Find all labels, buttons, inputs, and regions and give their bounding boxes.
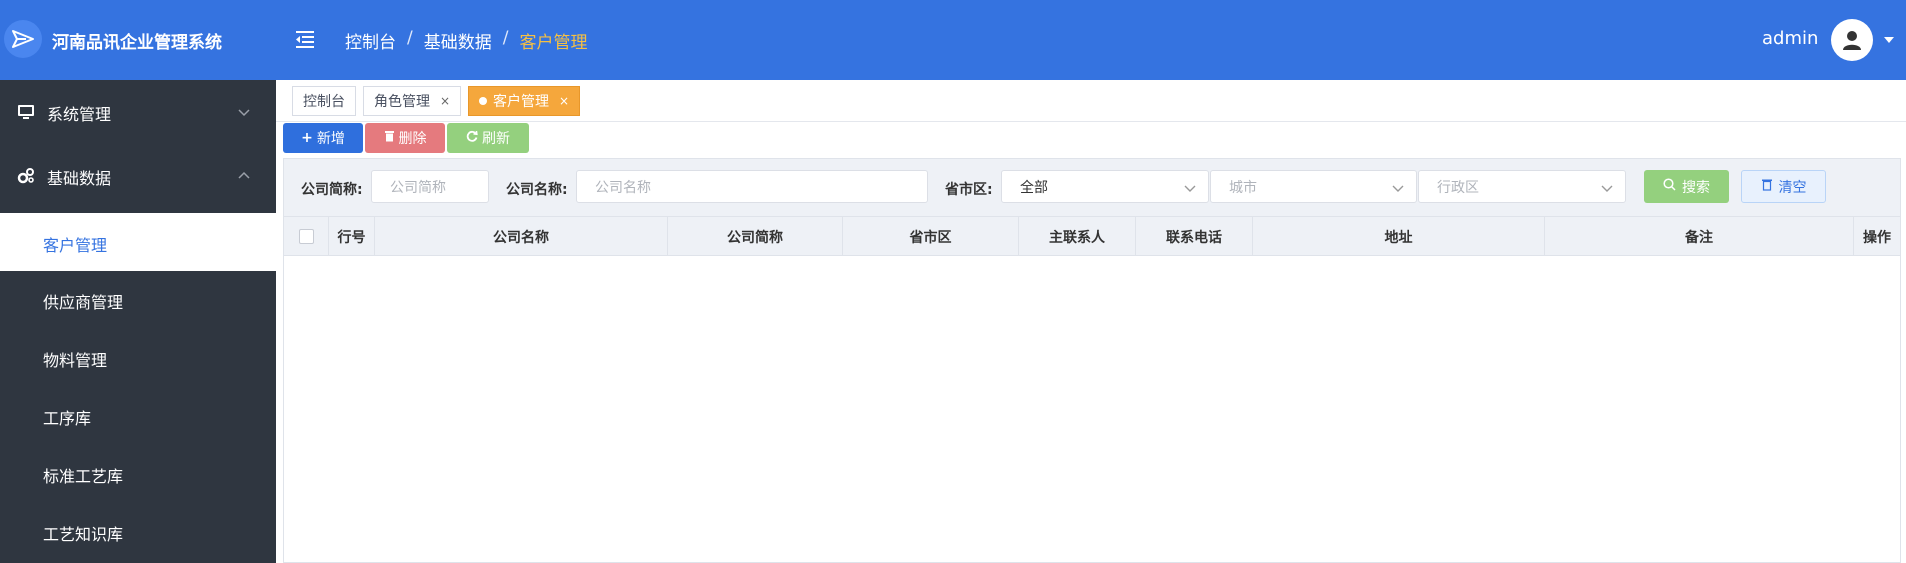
- short-name-placeholder: 公司简称: [390, 179, 446, 196]
- sidebar-item-supplier[interactable]: 供应商管理: [0, 270, 276, 328]
- sidebar-item-label: 标准工艺库: [43, 467, 124, 486]
- top-header: 河南品讯企业管理系统 控制台 / 基础数据 / 客户管理 admin: [0, 0, 1906, 80]
- column-header-address[interactable]: 地址: [1253, 217, 1545, 256]
- delete-button[interactable]: 删除: [365, 123, 445, 153]
- short-name-label: 公司简称:: [301, 182, 363, 198]
- company-name-input[interactable]: 公司名称: [576, 170, 928, 203]
- tab-label: 控制台: [303, 94, 345, 110]
- logo-area: 河南品讯企业管理系统: [0, 0, 276, 80]
- search-icon: [1663, 178, 1676, 195]
- menu-fold-icon[interactable]: [295, 29, 317, 49]
- add-button[interactable]: + 新增: [283, 123, 363, 153]
- sidebar-item-process-library[interactable]: 工序库: [0, 386, 276, 444]
- refresh-button[interactable]: 刷新: [447, 123, 529, 153]
- user-dropdown-caret-icon[interactable]: [1884, 37, 1894, 43]
- table-header: 行号 公司名称 公司简称 省市区 主联系人 联系电话 地址 备注 操作: [284, 217, 1900, 256]
- column-header-company-name[interactable]: 公司名称: [375, 217, 668, 256]
- company-name-label: 公司名称:: [506, 182, 568, 198]
- refresh-icon: [466, 130, 478, 146]
- gears-icon: [17, 167, 35, 185]
- province-value: 全部: [1020, 179, 1048, 196]
- column-header-row-number: 行号: [329, 217, 375, 256]
- breadcrumb: 控制台 / 基础数据 / 客户管理: [345, 28, 587, 53]
- sidebar-group-basic-data[interactable]: 基础数据: [0, 144, 276, 208]
- user-avatar-icon[interactable]: [1831, 19, 1873, 61]
- close-icon[interactable]: ×: [559, 94, 569, 108]
- clear-button-label: 清空: [1778, 179, 1807, 196]
- refresh-button-label: 刷新: [482, 131, 510, 147]
- sidebar-group-label: 系统管理: [47, 105, 112, 124]
- sidebar-item-label: 工艺知识库: [43, 525, 124, 544]
- main-panel: 公司简称: 公司简称 公司名称: 公司名称 省市区: 全部 城市 行政区 搜索 …: [283, 158, 1901, 563]
- clear-button[interactable]: 清空: [1741, 170, 1826, 203]
- breadcrumb-item-basic-data[interactable]: 基础数据: [424, 28, 492, 53]
- table-body: [284, 256, 1900, 562]
- district-select[interactable]: 行政区: [1418, 170, 1626, 203]
- chevron-up-icon: [237, 168, 251, 182]
- chevron-down-icon: [1184, 182, 1196, 192]
- breadcrumb-separator: /: [407, 28, 413, 48]
- short-name-input[interactable]: 公司简称: [371, 170, 489, 203]
- city-placeholder: 城市: [1229, 179, 1257, 196]
- delete-button-label: 删除: [398, 131, 427, 147]
- search-bar: 公司简称: 公司简称 公司名称: 公司名称 省市区: 全部 城市 行政区 搜索 …: [284, 159, 1900, 217]
- city-select[interactable]: 城市: [1210, 170, 1417, 203]
- sidebar-item-standard-craft[interactable]: 标准工艺库: [0, 444, 276, 502]
- sidebar-group-system[interactable]: 系统管理: [0, 80, 276, 144]
- column-header-actions: 操作: [1863, 229, 1891, 246]
- tab-label: 客户管理: [493, 94, 549, 110]
- sidebar-item-customer[interactable]: 客户管理: [0, 213, 276, 271]
- column-header-region[interactable]: 省市区: [843, 217, 1019, 256]
- paper-plane-logo-icon: [4, 20, 42, 58]
- trash-outline-icon: [1761, 178, 1773, 195]
- monitor-icon: [17, 103, 35, 121]
- sidebar: 系统管理 基础数据 客户管理 供应商管理 物料管理 工序库 标准工艺库 工艺知识…: [0, 80, 276, 563]
- district-placeholder: 行政区: [1437, 179, 1479, 196]
- sidebar-item-label: 供应商管理: [43, 293, 124, 312]
- column-header-remark[interactable]: 备注: [1545, 217, 1854, 256]
- sidebar-item-craft-knowledge[interactable]: 工艺知识库: [0, 502, 276, 560]
- sidebar-item-label: 工序库: [43, 409, 92, 428]
- sidebar-item-label: 客户管理: [43, 236, 108, 255]
- breadcrumb-separator: /: [502, 28, 509, 48]
- tab-role-management[interactable]: 角色管理 ×: [363, 86, 462, 116]
- tab-console[interactable]: 控制台: [292, 86, 356, 116]
- chevron-down-icon: [237, 104, 251, 118]
- select-all-checkbox[interactable]: [298, 229, 314, 244]
- close-icon[interactable]: ×: [440, 94, 450, 108]
- column-header-main-contact[interactable]: 主联系人: [1019, 217, 1136, 256]
- user-name[interactable]: admin: [1762, 28, 1818, 49]
- tab-label: 角色管理: [374, 94, 430, 110]
- add-button-label: 新增: [316, 131, 345, 147]
- region-label: 省市区:: [945, 182, 993, 198]
- tab-bar: 控制台 角色管理 × 客户管理 ×: [276, 80, 1906, 122]
- trash-icon: [384, 130, 395, 146]
- chevron-down-icon: [1392, 182, 1404, 192]
- tab-customer-management[interactable]: 客户管理 ×: [468, 86, 581, 116]
- breadcrumb-item-current: 客户管理: [519, 33, 588, 53]
- sidebar-item-label: 物料管理: [43, 351, 108, 370]
- chevron-down-icon: [1601, 182, 1613, 192]
- app-title: 河南品讯企业管理系统: [52, 33, 222, 53]
- plus-icon: +: [301, 130, 313, 146]
- column-header-short-name[interactable]: 公司简称: [668, 217, 843, 256]
- search-button[interactable]: 搜索: [1644, 170, 1729, 203]
- header-select-all: [284, 217, 329, 256]
- breadcrumb-item-console[interactable]: 控制台: [345, 28, 396, 53]
- province-select[interactable]: 全部: [1001, 170, 1209, 203]
- column-header-phone[interactable]: 联系电话: [1136, 217, 1253, 256]
- sidebar-group-label: 基础数据: [47, 169, 112, 188]
- sidebar-item-material[interactable]: 物料管理: [0, 328, 276, 386]
- search-button-label: 搜索: [1682, 179, 1710, 196]
- company-name-placeholder: 公司名称: [595, 179, 651, 196]
- active-dot-icon: [479, 97, 487, 105]
